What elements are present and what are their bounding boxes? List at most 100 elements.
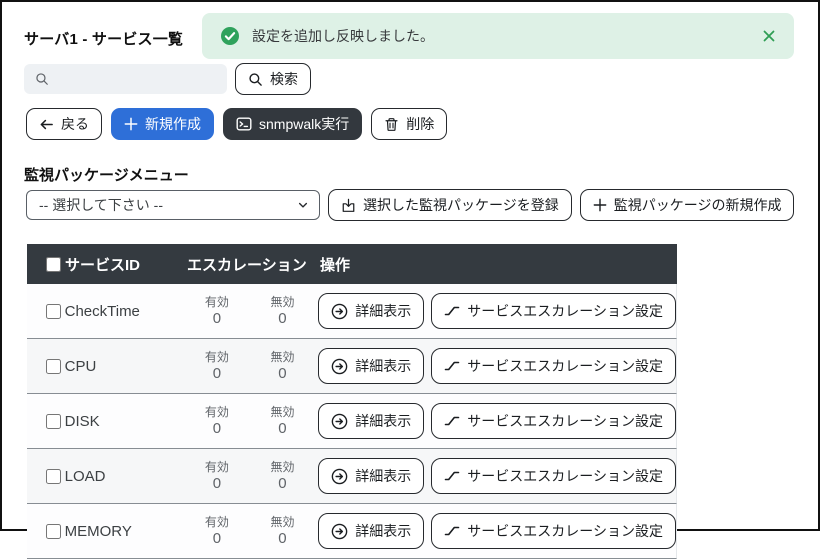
page-title: サーバ1 - サービス一覧 xyxy=(24,28,183,49)
table-header: サービスID エスカレーション 操作 xyxy=(27,244,677,284)
register-package-button-label: 選択した監視パッケージを登録 xyxy=(363,195,559,215)
plus-icon xyxy=(124,117,138,131)
snmpwalk-button[interactable]: snmpwalk実行 xyxy=(223,108,362,140)
invalid-value: 0 xyxy=(278,420,286,437)
back-button-label: 戻る xyxy=(61,114,89,134)
arrow-right-circle-icon xyxy=(331,468,348,485)
table-row: CPU 有効 0 無効 0 詳細表示 サービスエスカレーション設定 xyxy=(27,339,677,394)
valid-value: 0 xyxy=(213,530,221,547)
table-body: CheckTime 有効 0 無効 0 詳細表示 サービスエスカレーション設定 xyxy=(27,284,677,559)
alert-message: 設定を追加し反映しました。 xyxy=(252,26,434,46)
valid-count: 有効 0 xyxy=(184,461,250,492)
detail-button-label: 詳細表示 xyxy=(355,411,411,431)
row-checkbox[interactable] xyxy=(46,414,61,429)
service-table: サービスID エスカレーション 操作 CheckTime 有効 0 無効 0 詳… xyxy=(27,244,677,559)
service-id-label: CheckTime xyxy=(65,303,184,320)
search-icon xyxy=(35,72,49,86)
trend-line-icon xyxy=(444,523,460,539)
trend-line-icon xyxy=(444,468,460,484)
service-id-label: DISK xyxy=(65,413,184,430)
package-menu-heading: 監視パッケージメニュー xyxy=(24,164,189,185)
chevron-down-icon xyxy=(297,199,309,211)
service-escalation-button[interactable]: サービスエスカレーション設定 xyxy=(431,458,676,494)
invalid-count: 無効 0 xyxy=(250,296,316,327)
header-service-id: サービスID xyxy=(65,254,187,275)
valid-value: 0 xyxy=(213,310,221,327)
check-circle-icon xyxy=(220,26,240,46)
plus-icon xyxy=(593,198,607,212)
search-box xyxy=(24,64,227,94)
invalid-count: 無効 0 xyxy=(250,406,316,437)
valid-value: 0 xyxy=(213,475,221,492)
close-icon xyxy=(762,29,776,43)
row-checkbox[interactable] xyxy=(46,469,61,484)
row-checkbox[interactable] xyxy=(46,524,61,539)
escalation-button-label: サービスエスカレーション設定 xyxy=(467,411,663,431)
detail-button-label: 詳細表示 xyxy=(355,466,411,486)
valid-value: 0 xyxy=(213,365,221,382)
row-actions: 詳細表示 サービスエスカレーション設定 xyxy=(315,458,676,494)
arrow-right-circle-icon xyxy=(331,303,348,320)
valid-count: 有効 0 xyxy=(184,516,250,547)
service-id-label: MEMORY xyxy=(65,523,184,540)
invalid-label: 無効 xyxy=(270,461,294,474)
service-escalation-button[interactable]: サービスエスカレーション設定 xyxy=(431,293,676,329)
trend-line-icon xyxy=(444,413,460,429)
package-select[interactable]: -- 選択して下さい -- xyxy=(26,190,320,220)
toolbar: 戻る 新規作成 snmpwalk実行 削除 xyxy=(26,108,447,140)
valid-value: 0 xyxy=(213,420,221,437)
detail-button[interactable]: 詳細表示 xyxy=(318,458,424,494)
escalation-button-label: サービスエスカレーション設定 xyxy=(467,356,663,376)
detail-button[interactable]: 詳細表示 xyxy=(318,513,424,549)
back-button[interactable]: 戻る xyxy=(26,108,102,140)
create-package-button[interactable]: 監視パッケージの新規作成 xyxy=(580,189,795,221)
create-button[interactable]: 新規作成 xyxy=(111,108,214,140)
valid-count: 有効 0 xyxy=(184,296,250,327)
table-row: DISK 有効 0 無効 0 詳細表示 サービスエスカレーション設定 xyxy=(27,394,677,449)
invalid-label: 無効 xyxy=(270,516,294,529)
detail-button[interactable]: 詳細表示 xyxy=(318,403,424,439)
table-row: MEMORY 有効 0 無効 0 詳細表示 サービスエスカレーション設定 xyxy=(27,504,677,559)
escalation-button-label: サービスエスカレーション設定 xyxy=(467,466,663,486)
select-all-checkbox[interactable] xyxy=(46,257,61,272)
trash-icon xyxy=(384,117,399,132)
search-input[interactable] xyxy=(24,64,227,94)
arrow-right-circle-icon xyxy=(331,413,348,430)
service-list-page: { "page": { "title": "サーバ1 - サービス一覧" }, … xyxy=(0,0,820,531)
package-select-value: -- 選択して下さい -- xyxy=(39,195,163,215)
detail-button-label: 詳細表示 xyxy=(355,301,411,321)
snmpwalk-button-label: snmpwalk実行 xyxy=(259,114,349,134)
package-menu-row: -- 選択して下さい -- 選択した監視パッケージを登録 監視パッケージの新規作… xyxy=(26,189,794,221)
invalid-value: 0 xyxy=(278,365,286,382)
search-row: 検索 xyxy=(24,63,311,95)
search-icon xyxy=(248,72,263,87)
service-escalation-button[interactable]: サービスエスカレーション設定 xyxy=(431,348,676,384)
detail-button[interactable]: 詳細表示 xyxy=(318,348,424,384)
create-button-label: 新規作成 xyxy=(145,114,201,134)
valid-label: 有効 xyxy=(205,516,229,529)
valid-label: 有効 xyxy=(205,296,229,309)
invalid-count: 無効 0 xyxy=(250,351,316,382)
delete-button[interactable]: 削除 xyxy=(371,108,447,140)
service-escalation-button[interactable]: サービスエスカレーション設定 xyxy=(431,403,676,439)
service-id-label: CPU xyxy=(65,358,184,375)
arrow-right-circle-icon xyxy=(331,358,348,375)
register-package-button[interactable]: 選択した監視パッケージを登録 xyxy=(328,189,572,221)
service-escalation-button[interactable]: サービスエスカレーション設定 xyxy=(431,513,676,549)
row-checkbox[interactable] xyxy=(46,304,61,319)
search-button[interactable]: 検索 xyxy=(235,63,311,95)
valid-count: 有効 0 xyxy=(184,351,250,382)
invalid-count: 無効 0 xyxy=(250,461,316,492)
alert-close-button[interactable] xyxy=(762,29,776,43)
service-id-label: LOAD xyxy=(65,468,184,485)
invalid-label: 無効 xyxy=(270,406,294,419)
escalation-button-label: サービスエスカレーション設定 xyxy=(467,521,663,541)
create-package-button-label: 監視パッケージの新規作成 xyxy=(614,195,782,215)
row-checkbox[interactable] xyxy=(46,359,61,374)
invalid-value: 0 xyxy=(278,530,286,547)
detail-button[interactable]: 詳細表示 xyxy=(318,293,424,329)
invalid-label: 無効 xyxy=(270,296,294,309)
valid-label: 有効 xyxy=(205,461,229,474)
row-actions: 詳細表示 サービスエスカレーション設定 xyxy=(315,513,676,549)
escalation-button-label: サービスエスカレーション設定 xyxy=(467,301,663,321)
